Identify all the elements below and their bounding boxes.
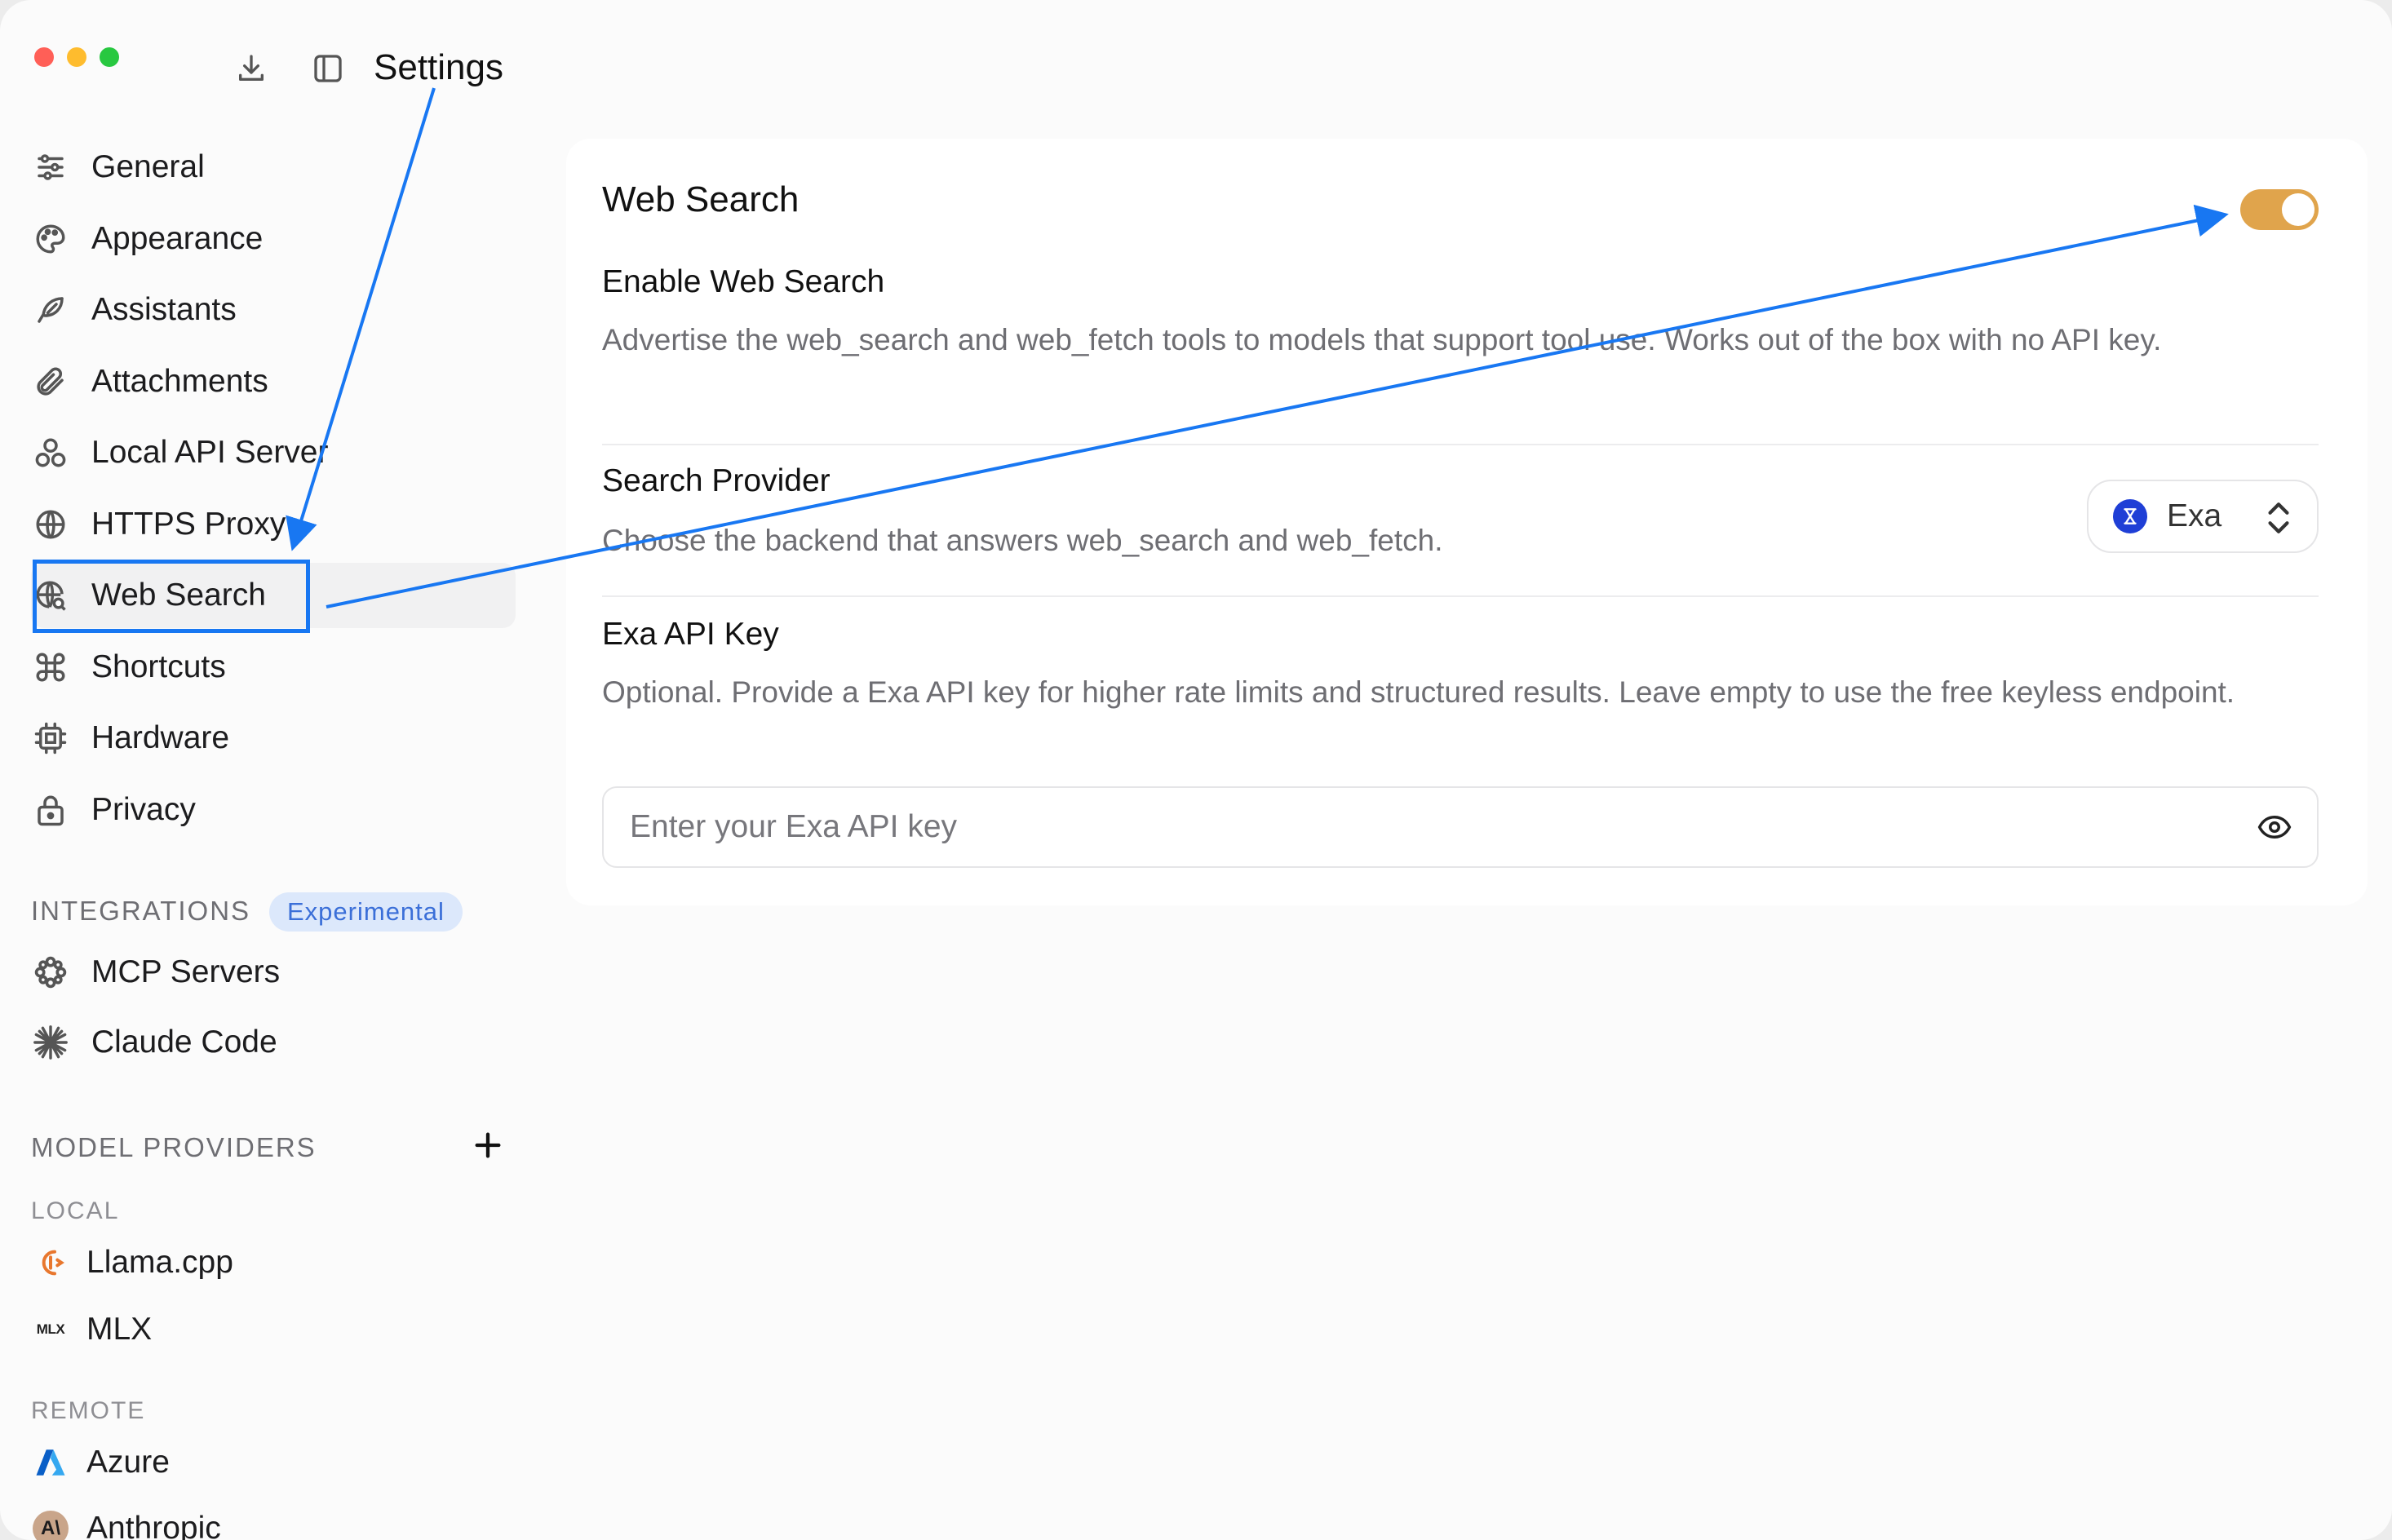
sidebar-item-privacy[interactable]: Privacy	[31, 777, 516, 843]
section-divider	[602, 444, 2319, 445]
sidebar-item-local-api-server[interactable]: Local API Server	[31, 420, 516, 485]
exa-api-key-input[interactable]	[602, 786, 2319, 868]
sidebar-item-label: Assistants	[91, 292, 237, 327]
experimental-badge: Experimental	[269, 892, 463, 932]
add-provider-button[interactable]	[468, 1127, 507, 1166]
sidebar-item-label: Appearance	[91, 221, 264, 256]
claude-burst-icon	[31, 1023, 70, 1062]
sidebar-item-https-proxy[interactable]: HTTPS Proxy	[31, 492, 516, 557]
enable-web-search-description: Advertise the web_search and web_fetch t…	[602, 323, 2162, 356]
search-provider-select[interactable]: Exa	[2087, 480, 2319, 553]
chevron-up-down-icon	[2265, 499, 2292, 537]
llama-icon	[31, 1243, 70, 1282]
mcp-icon	[31, 953, 70, 992]
sidebar-item-label: MLX	[86, 1312, 153, 1347]
sidebar-item-mlx[interactable]: MLX MLX	[31, 1297, 516, 1362]
sidebar-item-label: Shortcuts	[91, 649, 226, 684]
section-divider	[602, 595, 2319, 597]
sidebar-item-azure[interactable]: Azure	[31, 1430, 516, 1495]
globe-icon	[31, 505, 70, 544]
sidebar-item-label: General	[91, 149, 205, 184]
anthropic-icon-text: A\	[33, 1511, 69, 1540]
sliders-icon	[31, 148, 70, 187]
chip-icon	[31, 719, 70, 758]
sidebar-item-shortcuts[interactable]: Shortcuts	[31, 635, 516, 700]
anthropic-icon: A\	[31, 1509, 70, 1540]
mlx-icon: MLX	[31, 1310, 70, 1349]
sidebar-item-llama-cpp[interactable]: Llama.cpp	[31, 1230, 516, 1295]
sidebar-item-label: Local API Server	[91, 435, 329, 470]
sidebar-item-label: Claude Code	[91, 1024, 277, 1060]
nodes-icon	[31, 433, 70, 472]
settings-sidebar: General Appearance Assistants Attachment…	[0, 0, 538, 1540]
search-provider-title: Search Provider	[602, 463, 831, 498]
paperclip-icon	[31, 362, 70, 401]
plus-icon	[472, 1129, 504, 1166]
exa-api-key-title: Exa API Key	[602, 617, 779, 652]
settings-window: Settings General Appearance Assistants A…	[0, 0, 2392, 1540]
sidebar-item-label: HTTPS Proxy	[91, 507, 286, 542]
annotation-highlight-box	[33, 560, 310, 633]
sidebar-item-hardware[interactable]: Hardware	[31, 706, 516, 771]
feather-icon	[31, 290, 70, 330]
toggle-knob	[2282, 193, 2314, 226]
sidebar-item-anthropic[interactable]: A\ Anthropic	[31, 1496, 516, 1540]
exa-logo-icon	[2113, 499, 2147, 533]
sidebar-item-assistants[interactable]: Assistants	[31, 277, 516, 343]
sidebar-item-label: Anthropic	[86, 1511, 221, 1540]
enable-web-search-title: Enable Web Search	[602, 264, 885, 299]
sidebar-item-label: Attachments	[91, 364, 268, 399]
search-provider-selected: Exa	[2167, 498, 2222, 533]
local-providers-label: LOCAL	[31, 1197, 120, 1224]
sidebar-item-label: Llama.cpp	[86, 1245, 233, 1280]
sidebar-item-label: Privacy	[91, 792, 196, 827]
azure-icon	[31, 1443, 70, 1482]
show-key-eye-icon[interactable]	[2255, 809, 2294, 845]
sidebar-item-label: MCP Servers	[91, 954, 281, 989]
enable-web-search-toggle[interactable]	[2240, 189, 2319, 230]
sidebar-item-label: Azure	[86, 1445, 170, 1480]
lock-icon	[31, 790, 70, 830]
sidebar-item-label: Hardware	[91, 720, 230, 755]
search-provider-description: Choose the backend that answers web_sear…	[602, 524, 1443, 557]
sidebar-item-general[interactable]: General	[31, 135, 516, 200]
sidebar-item-attachments[interactable]: Attachments	[31, 349, 516, 414]
integrations-section-label: INTEGRATIONS	[31, 896, 251, 926]
command-icon	[31, 648, 70, 687]
sidebar-item-appearance[interactable]: Appearance	[31, 206, 516, 272]
remote-providers-label: REMOTE	[31, 1397, 146, 1424]
sidebar-item-mcp-servers[interactable]: MCP Servers	[31, 940, 516, 1005]
palette-icon	[31, 219, 70, 259]
web-search-card: Web Search Enable Web Search Advertise t…	[566, 139, 2368, 905]
card-title: Web Search	[602, 179, 800, 219]
mlx-icon-text: MLX	[36, 1321, 65, 1337]
exa-api-key-description: Optional. Provide a Exa API key for high…	[602, 675, 2235, 709]
sidebar-item-claude-code[interactable]: Claude Code	[31, 1010, 516, 1075]
model-providers-section-label: MODEL PROVIDERS	[31, 1132, 317, 1162]
